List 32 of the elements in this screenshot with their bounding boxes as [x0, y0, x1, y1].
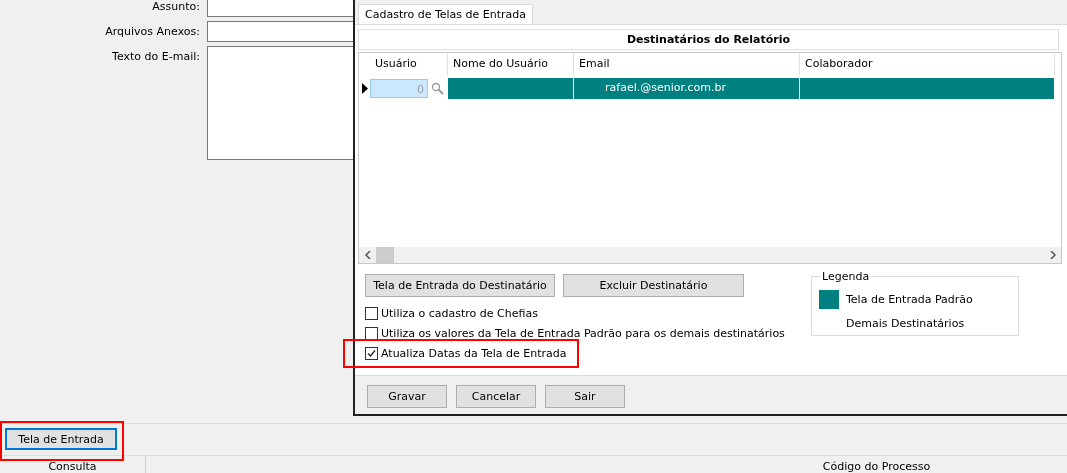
row-pointer-icon: [361, 83, 368, 94]
column-header[interactable]: Nome do Usuário: [453, 57, 548, 70]
checkbox[interactable]: [365, 306, 378, 320]
group-title: Destinatários do Relatório: [358, 29, 1059, 50]
checkbox-label[interactable]: Atualiza Datas da Tela de Entrada: [381, 346, 567, 360]
search-icon[interactable]: [431, 81, 445, 96]
scrollbar-thumb[interactable]: [376, 247, 394, 263]
action-button[interactable]: Tela de Entrada do Destinatário: [365, 274, 555, 297]
scroll-left-icon[interactable]: [364, 251, 372, 259]
table-cell: rafael.@senior.com.br: [574, 78, 800, 99]
footer-button[interactable]: Sair: [545, 384, 625, 408]
column-header[interactable]: Email: [579, 57, 610, 70]
legend-label: Demais Destinatários: [846, 316, 965, 330]
scroll-right-icon[interactable]: [1049, 251, 1057, 259]
action-button[interactable]: Excluir Destinatário: [563, 274, 744, 297]
status-text: Código do Processo: [822, 460, 931, 473]
field-label: Texto do E-mail:: [111, 49, 200, 65]
column-header[interactable]: Colaborador: [805, 57, 873, 70]
checkbox-label[interactable]: Utiliza os valores da Tela de Entrada Padrão para os demais destinatários: [381, 326, 785, 340]
status-text: Consulta: [48, 460, 97, 473]
checkbox[interactable]: [365, 326, 378, 340]
column-header[interactable]: Usuário: [375, 57, 417, 70]
legend-title: Legenda: [820, 270, 872, 283]
field-label: Arquivos Anexos:: [104, 24, 200, 40]
footer-button[interactable]: Gravar: [367, 384, 447, 408]
checkbox-label[interactable]: Utiliza o cadastro de Chefias: [381, 306, 538, 320]
legend-label: Tela de Entrada Padrão: [846, 292, 973, 306]
field-label: Assunto:: [151, 0, 200, 15]
footer-button[interactable]: Cancelar: [456, 384, 536, 408]
entry-screen-button[interactable]: Tela de Entrada: [5, 428, 117, 450]
checkbox[interactable]: [365, 346, 378, 360]
tab[interactable]: Cadastro de Telas de Entrada: [358, 4, 534, 24]
